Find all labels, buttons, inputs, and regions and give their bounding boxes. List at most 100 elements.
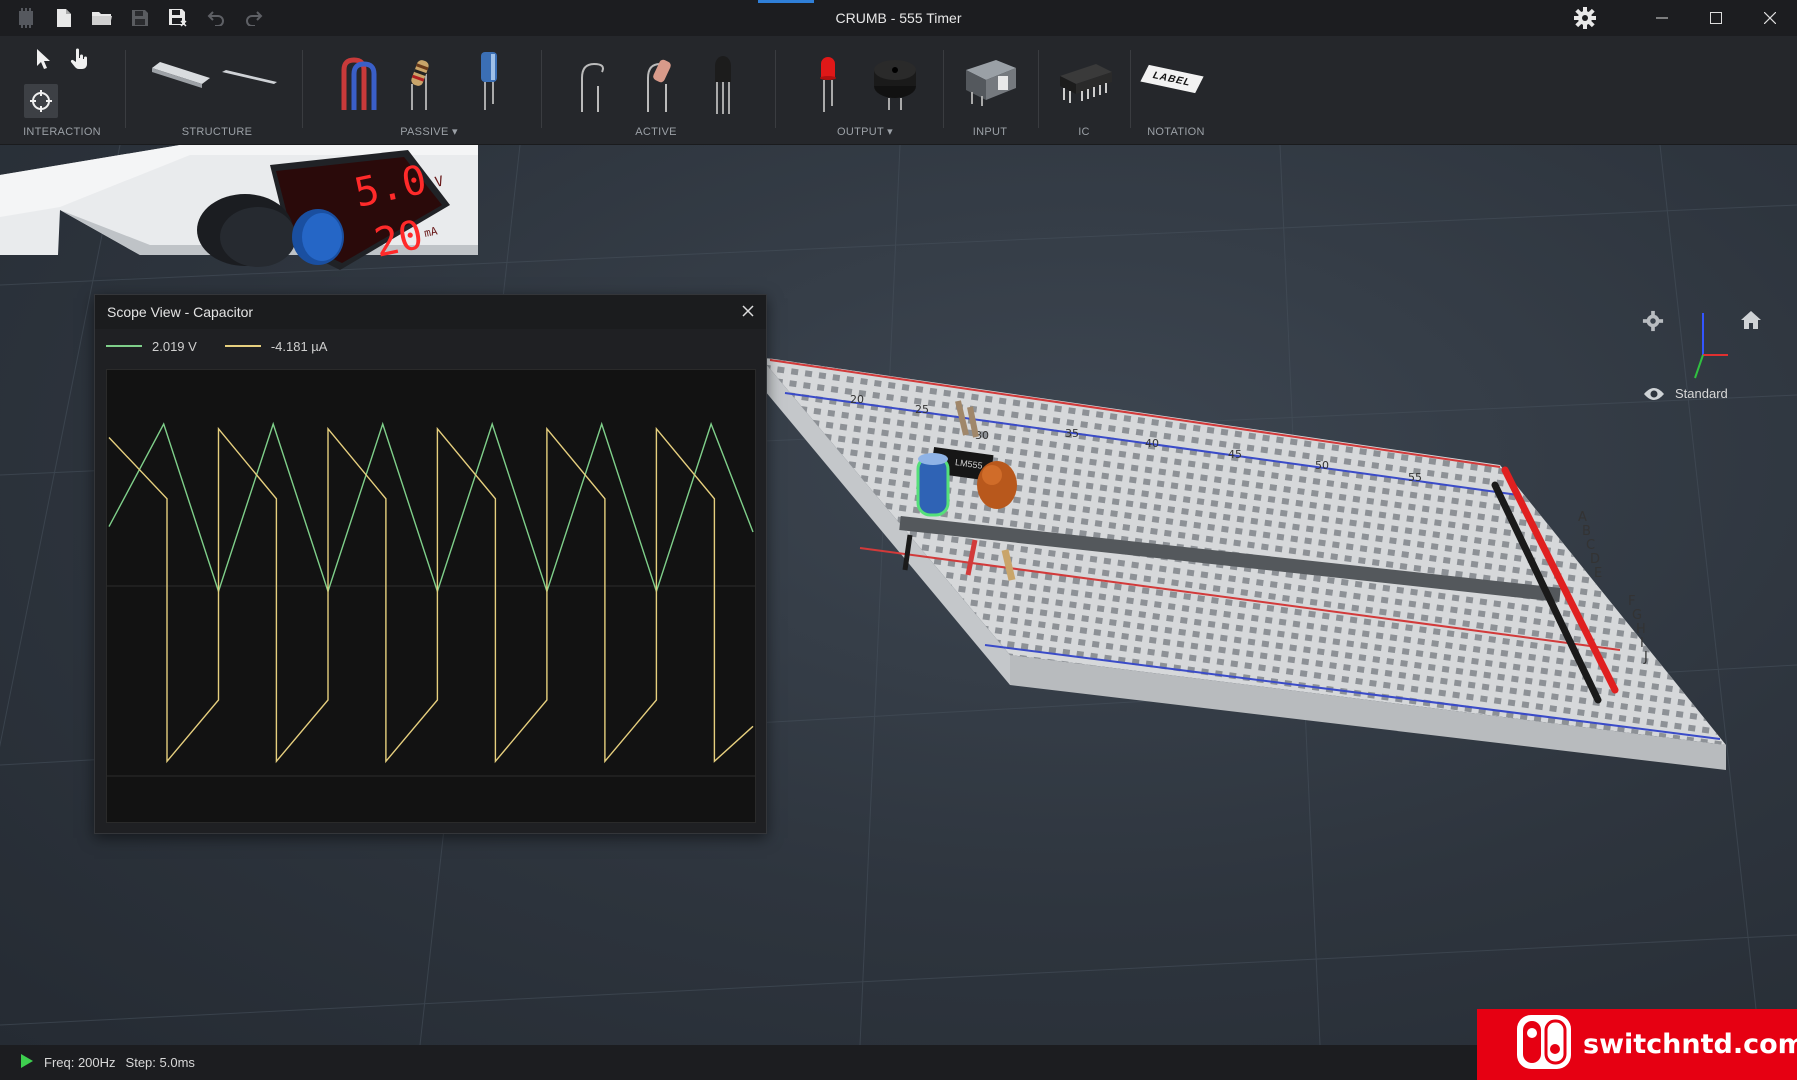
toolbar-group-label: PASSIVE ▾ (318, 125, 540, 138)
close-window-button[interactable] (1743, 0, 1797, 36)
diode-component-icon[interactable] (576, 56, 606, 119)
jumper-wires-component-icon[interactable] (338, 50, 382, 117)
legend-swatch (224, 345, 261, 347)
buzzer-component-icon[interactable] (872, 56, 918, 117)
toolbar-separator (1038, 50, 1039, 128)
toolbar-group-input: INPUT (952, 36, 1028, 144)
passive-label: PASSIVE (400, 126, 449, 138)
watermark-banner: switchntd.com (1477, 1009, 1797, 1080)
play-icon[interactable] (20, 1053, 34, 1072)
resistor-component-icon[interactable] (404, 54, 434, 117)
toolbar-group-label: STRUCTURE (181, 126, 253, 138)
scope-chart (107, 421, 755, 777)
breadboard-component-icon[interactable] (150, 58, 214, 99)
column-label: 40 (1145, 437, 1159, 450)
save-icon[interactable] (128, 6, 152, 30)
toolbar-group-passive: PASSIVE ▾ (318, 36, 540, 144)
toolbar-separator (302, 50, 303, 128)
legend-swatch (106, 345, 142, 347)
column-label: 55 (1408, 471, 1422, 484)
switch-logo-icon (1515, 1013, 1573, 1076)
view-mode-label: Standard (1675, 386, 1728, 401)
toolbar-group-structure: STRUCTURE (140, 36, 294, 144)
toolbar-group-label: IC (1078, 126, 1090, 138)
row-label: C (1586, 538, 1595, 553)
select-arrow-icon[interactable] (34, 48, 52, 75)
scope-header: Scope View - Capacitor (95, 295, 766, 329)
led-component-icon[interactable] (816, 54, 840, 119)
toolbar-group-notation: LABEL NOTATION (1136, 36, 1216, 144)
toolbar-group-label: INPUT (972, 126, 1008, 138)
toolbar-group-label: INTERACTION (23, 126, 101, 138)
scope-view-panel[interactable]: Scope View - Capacitor 2.019 V -4.181 µA (94, 294, 767, 834)
column-label: 20 (850, 393, 864, 406)
current-series-line (108, 426, 754, 764)
row-label: F (1628, 594, 1635, 609)
legend-item-voltage: 2.019 V (106, 339, 197, 354)
close-icon[interactable] (742, 304, 754, 320)
watermark-text: switchntd.com (1583, 1029, 1797, 1060)
capacitor-component-icon[interactable] (476, 50, 502, 117)
eye-icon (1644, 387, 1664, 400)
hand-pointer-icon[interactable] (68, 48, 90, 75)
label-tag-text: LABEL (1150, 69, 1194, 89)
legend-current-value: -4.181 µA (270, 338, 328, 354)
row-label: J (1643, 650, 1648, 665)
toolbar-separator (1130, 50, 1131, 128)
window-title: CRUMB - 555 Timer (835, 10, 962, 26)
new-file-icon[interactable] (52, 6, 76, 30)
supply-current-readout: 20 (371, 212, 428, 267)
toolbar-group-ic: IC (1046, 36, 1122, 144)
crosshair-tool-button[interactable] (24, 84, 58, 118)
ic-chip-component-icon[interactable] (1056, 60, 1116, 109)
component-toolbar: INTERACTION STRUCTURE PASSIVE ▾ ACTIVE O… (0, 36, 1797, 145)
push-button-component-icon[interactable] (962, 56, 1020, 111)
row-label: I (1640, 636, 1644, 651)
output-label: OUTPUT (836, 126, 884, 138)
crosshair-icon (30, 90, 52, 112)
app-chip-icon (14, 6, 38, 30)
save-as-icon[interactable] (166, 6, 190, 30)
toolbar-separator (943, 50, 944, 128)
row-label: D (1590, 552, 1600, 567)
view-mode-toggle[interactable]: Standard (1643, 386, 1728, 401)
title-bar: CRUMB - 555 Timer (0, 0, 1797, 36)
minimize-button[interactable] (1635, 0, 1689, 36)
toolbar-separator (541, 50, 542, 128)
open-folder-icon[interactable] (90, 6, 114, 30)
toolbar-group-label: NOTATION (1147, 126, 1205, 138)
row-label: B (1582, 524, 1591, 539)
redo-icon[interactable] (242, 6, 266, 30)
step-readout: Step: 5.0ms (125, 1055, 195, 1070)
toolbar-group-active: ACTIVE (556, 36, 756, 144)
label-tag-component-icon[interactable]: LABEL (1140, 64, 1204, 94)
chevron-down-icon[interactable]: ▾ (887, 126, 893, 138)
transistor-component-icon[interactable] (710, 52, 736, 121)
toolbar-separator (775, 50, 776, 128)
title-accent-bar (758, 0, 814, 3)
legend-item-current: -4.181 µA (224, 338, 328, 354)
frequency-readout: Freq: 200Hz (44, 1055, 116, 1070)
zener-diode-component-icon[interactable] (642, 54, 674, 119)
toolbar-separator (125, 50, 126, 128)
viewport-settings-gear-icon[interactable] (1642, 310, 1664, 337)
wire-strip-component-icon[interactable] (220, 66, 280, 95)
axis-gizmo-icon[interactable] (1680, 310, 1750, 380)
row-label: A (1578, 510, 1587, 525)
scope-title: Scope View - Capacitor (107, 304, 254, 320)
column-label: 25 (915, 403, 929, 416)
row-label: H (1636, 622, 1646, 637)
row-label: G (1632, 608, 1642, 623)
row-label: E (1594, 566, 1602, 581)
column-label: 50 (1315, 459, 1329, 472)
chevron-down-icon[interactable]: ▾ (452, 126, 458, 138)
column-label: 45 (1228, 448, 1242, 461)
settings-gear-icon[interactable] (1573, 6, 1597, 30)
toolbar-group-output: OUTPUT ▾ (790, 36, 940, 144)
undo-icon[interactable] (204, 6, 228, 30)
toolbar-group-interaction: INTERACTION (18, 36, 106, 144)
legend-voltage-value: 2.019 V (152, 338, 197, 354)
maximize-button[interactable] (1689, 0, 1743, 36)
scope-plot-area[interactable] (106, 369, 756, 823)
toolbar-group-label: OUTPUT ▾ (790, 125, 940, 138)
